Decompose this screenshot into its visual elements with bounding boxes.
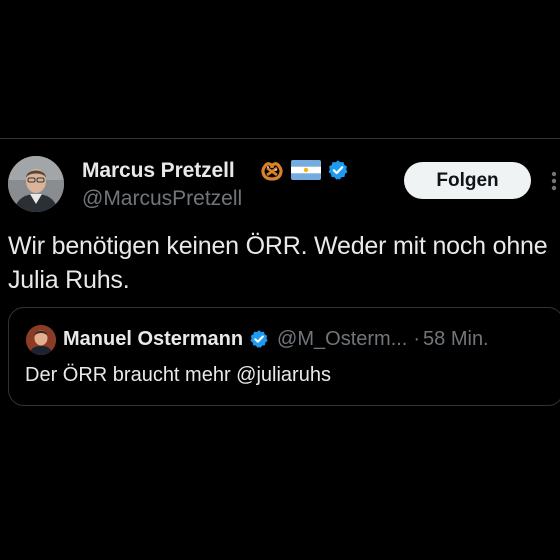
quoted-timestamp[interactable]: 58 Min. — [423, 328, 489, 351]
author-name[interactable]: Marcus Pretzell — [82, 159, 235, 183]
follow-button[interactable]: Folgen — [404, 162, 531, 199]
more-vertical-icon — [551, 171, 557, 191]
more-options-button[interactable] — [546, 166, 560, 196]
quoted-author-name[interactable]: Manuel Ostermann — [63, 328, 243, 351]
tweet-card[interactable]: Marcus Pretzell @MarcusPretzell Folgen W… — [0, 139, 560, 560]
quoted-author-handle[interactable]: @M_Osterm... — [277, 328, 407, 351]
pretzel-icon — [259, 159, 285, 186]
tweet-text: Wir benötigen keinen ÖRR. Weder mit noch… — [8, 232, 548, 294]
quoted-tweet-text: Der ÖRR braucht mehr @juliaruhs — [25, 364, 331, 386]
verified-badge-icon[interactable] — [327, 159, 349, 186]
verified-badge-icon[interactable] — [249, 329, 269, 349]
author-avatar[interactable] — [8, 156, 64, 212]
quoted-tweet-header: Manuel Ostermann @M_Osterm... · 58 Min. — [63, 324, 489, 354]
author-handle[interactable]: @MarcusPretzell — [82, 187, 242, 211]
separator-dot: · — [413, 327, 421, 350]
quoted-tweet[interactable]: Manuel Ostermann @M_Osterm... · 58 Min. … — [8, 307, 560, 406]
argentina-flag-icon — [291, 159, 321, 185]
author-badges — [259, 159, 349, 186]
quoted-author-avatar[interactable] — [26, 325, 56, 355]
